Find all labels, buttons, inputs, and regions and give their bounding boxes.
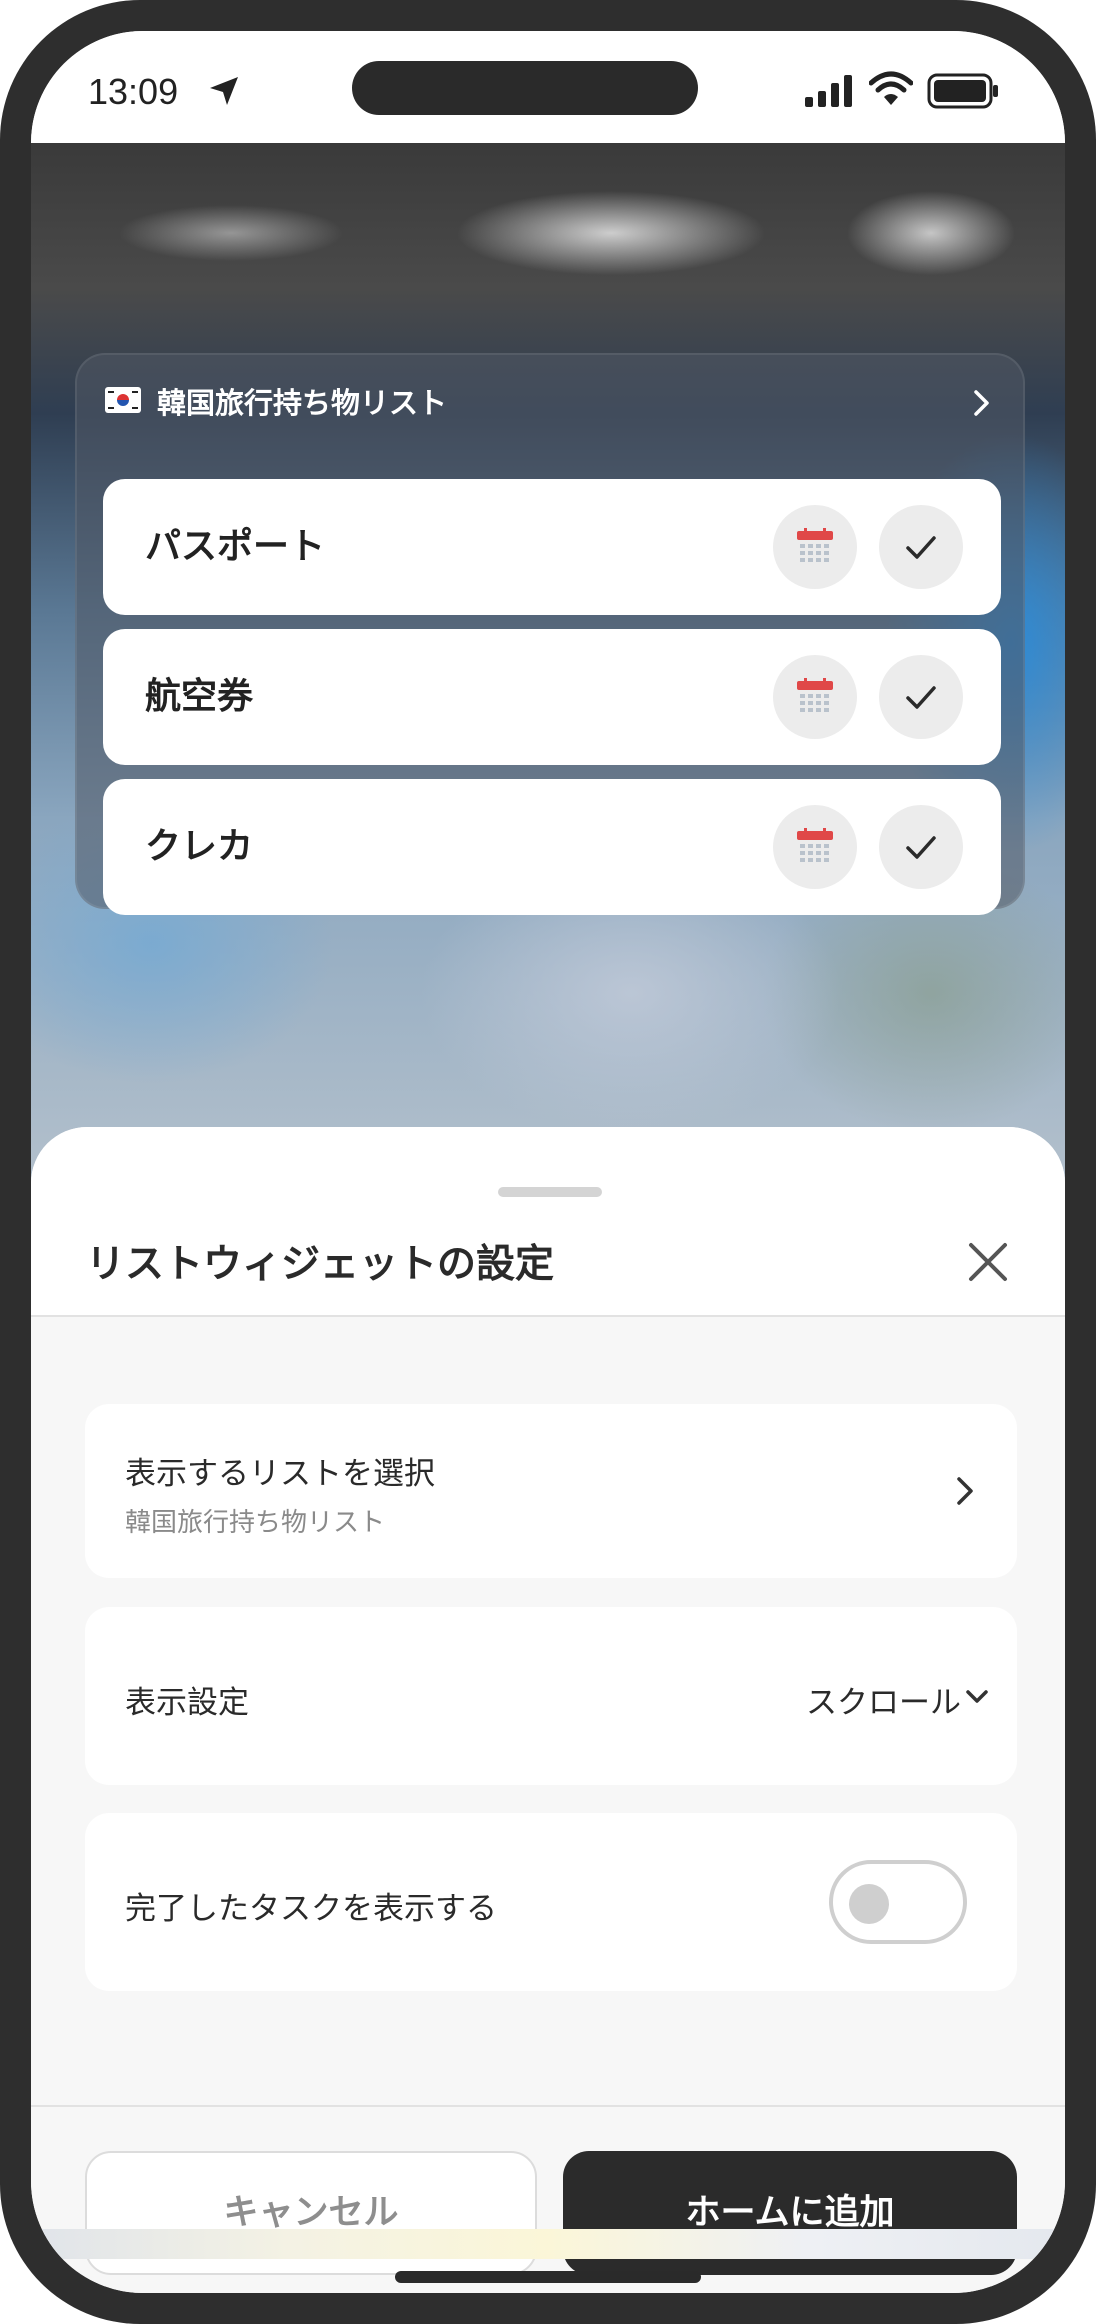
location-arrow-icon — [210, 77, 238, 105]
korea-flag-icon — [105, 387, 141, 413]
check-icon — [906, 836, 936, 859]
toggle-knob — [849, 1884, 889, 1924]
display-setting-dropdown[interactable]: スクロール — [806, 1677, 961, 1722]
chevron-down-icon[interactable] — [963, 1685, 991, 1709]
sheet-grabber[interactable] — [498, 1187, 602, 1197]
background-strip — [31, 2229, 1065, 2259]
display-setting-label: 表示設定 — [125, 1685, 249, 1721]
show-completed-label: 完了したタスクを表示する — [125, 1891, 497, 1927]
signal-icon — [805, 75, 852, 107]
calendar-button — [773, 655, 857, 739]
wifi-icon — [869, 71, 913, 105]
status-bar: 13:09 — [31, 31, 1065, 143]
select-list-label: 表示するリストを選択 — [125, 1456, 435, 1492]
close-icon[interactable] — [965, 1239, 1011, 1285]
check-button — [879, 655, 963, 739]
list-widget-preview: 韓国旅行持ち物リスト パスポート 航空券 クレカ — [75, 353, 1025, 915]
home-indicator[interactable] — [395, 2271, 701, 2283]
calendar-icon — [797, 678, 833, 712]
check-icon — [906, 536, 936, 559]
calendar-button — [773, 805, 857, 889]
check-icon — [906, 686, 936, 709]
check-button — [879, 805, 963, 889]
sheet-header: リストウィジェットの設定 — [31, 1127, 1065, 1317]
select-list-row[interactable]: 表示するリストを選択 韓国旅行持ち物リスト — [85, 1404, 1017, 1578]
calendar-icon — [797, 828, 833, 862]
chevron-right-icon — [974, 390, 989, 416]
display-setting-row: 表示設定 スクロール — [85, 1607, 1017, 1785]
widget-header: 韓国旅行持ち物リスト — [105, 383, 995, 423]
select-list-value: 韓国旅行持ち物リスト — [125, 1508, 386, 1538]
chevron-right-icon — [957, 1477, 973, 1505]
calendar-button — [773, 505, 857, 589]
phone-frame: 13:09 韓国旅行持ち物リスト パスポート 航空券 クレカ リストウィジェット… — [0, 0, 1096, 2324]
check-button — [879, 505, 963, 589]
calendar-icon — [797, 528, 833, 562]
widget-item: 航空券 — [103, 629, 1001, 765]
show-completed-row: 完了したタスクを表示する — [85, 1813, 1017, 1991]
widget-item: クレカ — [103, 779, 1001, 915]
sheet-title: リストウィジェットの設定 — [86, 1242, 555, 1287]
widget-item-label: クレカ — [145, 826, 254, 867]
widget-item-label: 航空券 — [145, 676, 254, 717]
status-time: 13:09 — [88, 71, 179, 112]
dynamic-island — [352, 61, 698, 115]
widget-settings-sheet: リストウィジェットの設定 表示するリストを選択 韓国旅行持ち物リスト 表示設定 … — [31, 1127, 1065, 2293]
battery-icon — [927, 73, 998, 109]
screen: 13:09 韓国旅行持ち物リスト パスポート 航空券 クレカ リストウィジェット… — [31, 31, 1065, 2293]
widget-item-label: パスポート — [145, 526, 326, 567]
widget-item: パスポート — [103, 479, 1001, 615]
footer-divider — [31, 2105, 1065, 2107]
show-completed-toggle[interactable] — [829, 1860, 967, 1944]
widget-title: 韓国旅行持ち物リスト — [157, 386, 448, 420]
